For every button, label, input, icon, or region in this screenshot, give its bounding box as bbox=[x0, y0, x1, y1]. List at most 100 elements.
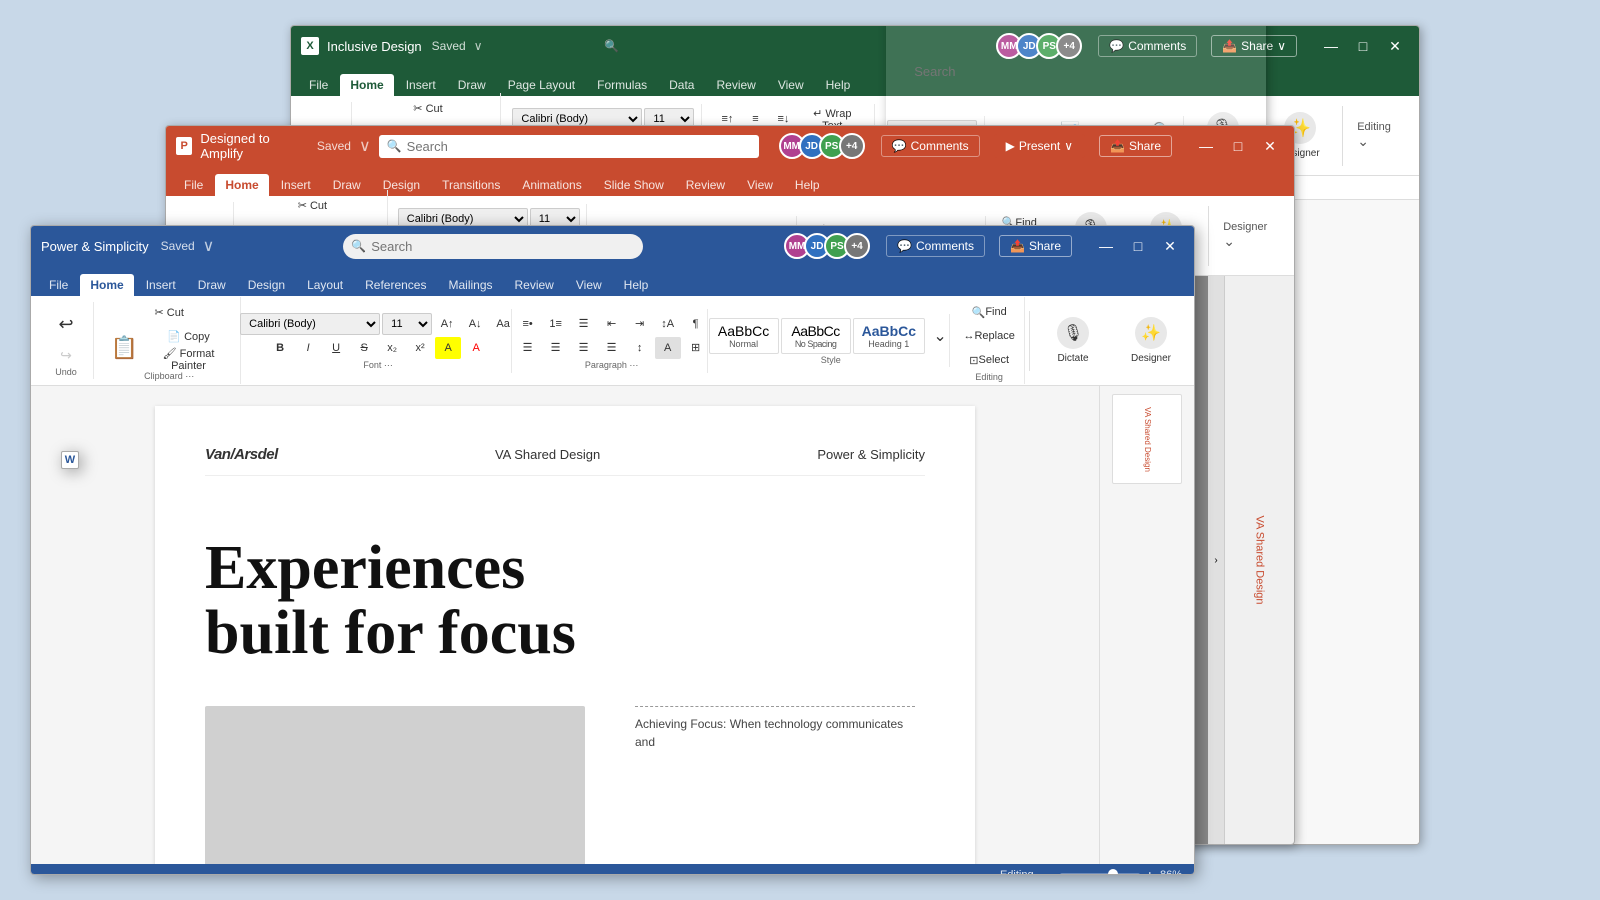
word-tab-mailings[interactable]: Mailings bbox=[438, 274, 502, 296]
word-zoom-in-button[interactable]: + bbox=[1146, 867, 1154, 875]
word-superscript-button[interactable]: x² bbox=[407, 337, 433, 359]
word-undo-button[interactable]: ↩ bbox=[53, 306, 79, 342]
ppt-tab-file[interactable]: File bbox=[174, 174, 213, 196]
word-format-painter-button[interactable]: 🖌 Format Painter bbox=[145, 348, 233, 370]
word-tab-design[interactable]: Design bbox=[238, 274, 295, 296]
word-app-icon: W bbox=[61, 451, 79, 469]
word-select-button[interactable]: ⊡ Select bbox=[965, 349, 1013, 371]
ppt-close-button[interactable]: ✕ bbox=[1256, 132, 1284, 160]
word-justify-button[interactable]: ☰ bbox=[599, 337, 625, 359]
ppt-tab-view[interactable]: View bbox=[737, 174, 783, 196]
word-comments-button[interactable]: 💬 Comments bbox=[886, 235, 985, 257]
word-italic-button[interactable]: I bbox=[295, 337, 321, 359]
word-tab-insert[interactable]: Insert bbox=[136, 274, 186, 296]
word-doc-headline2: built for focus bbox=[205, 601, 925, 666]
word-tab-help[interactable]: Help bbox=[614, 274, 659, 296]
word-indent-inc-button[interactable]: ⇥ bbox=[627, 313, 653, 335]
ppt-cut-button[interactable]: ✂ Cut bbox=[294, 194, 331, 216]
word-ribbon-tabs: File Home Insert Draw Design Layout Refe… bbox=[31, 266, 1194, 296]
word-style-heading1[interactable]: AaBbCc Heading 1 bbox=[853, 318, 925, 354]
word-zoom-slider[interactable] bbox=[1060, 873, 1140, 875]
word-font-select[interactable]: Calibri (Body) bbox=[240, 313, 380, 335]
word-doc-text-block: Achieving Focus: When technology communi… bbox=[635, 706, 915, 864]
word-tab-draw[interactable]: Draw bbox=[188, 274, 236, 296]
word-align-center-button[interactable]: ☰ bbox=[543, 337, 569, 359]
ppt-comments-button[interactable]: 💬 Comments bbox=[881, 135, 980, 157]
word-tab-references[interactable]: References bbox=[355, 274, 436, 296]
ppt-present-button[interactable]: ▶ Present ∨ bbox=[994, 134, 1085, 158]
ppt-tab-help[interactable]: Help bbox=[785, 174, 830, 196]
ppt-tab-transitions[interactable]: Transitions bbox=[432, 174, 510, 196]
ppt-minimize-button[interactable]: — bbox=[1192, 132, 1220, 160]
word-dictate-button[interactable]: 🎙 Dictate bbox=[1038, 311, 1108, 371]
word-redo-button[interactable]: ↪ bbox=[53, 344, 79, 366]
word-find-button[interactable]: 🔍 Find bbox=[968, 301, 1011, 323]
word-underline-button[interactable]: U bbox=[323, 337, 349, 359]
excel-minimize-button[interactable]: — bbox=[1317, 32, 1345, 60]
word-grow-font-button[interactable]: A↑ bbox=[434, 313, 460, 335]
word-shrink-font-button[interactable]: A↓ bbox=[462, 313, 488, 335]
word-font-size-select[interactable]: 11 bbox=[382, 313, 432, 335]
word-indent-dec-button[interactable]: ⇤ bbox=[599, 313, 625, 335]
word-style-nospace[interactable]: AaBbCc No Spacing bbox=[781, 318, 851, 354]
ppt-designer-expand[interactable]: Designer ⌄ bbox=[1217, 221, 1286, 250]
word-cut-button[interactable]: ✂ Cut bbox=[150, 301, 187, 323]
word-style-normal[interactable]: AaBbCc Normal bbox=[709, 318, 779, 354]
word-designer-button[interactable]: ✨ Designer bbox=[1116, 311, 1186, 371]
word-win-controls: — □ ✕ bbox=[1092, 232, 1184, 260]
excel-doc-title: Inclusive Design bbox=[327, 39, 422, 54]
word-style-heading1-label: Heading 1 bbox=[862, 339, 916, 349]
excel-close-button[interactable]: ✕ bbox=[1381, 32, 1409, 60]
ppt-tab-slideshow[interactable]: Slide Show bbox=[594, 174, 674, 196]
word-clear-format-button[interactable]: Aa bbox=[490, 313, 516, 335]
word-zoom-out-button[interactable]: − bbox=[1046, 867, 1054, 875]
excel-maximize-button[interactable]: □ bbox=[1349, 32, 1377, 60]
word-styles-scroll-down[interactable]: ⌄ bbox=[927, 325, 953, 347]
word-doc-body-text: Achieving Focus: When technology communi… bbox=[635, 706, 915, 751]
word-align-right-button[interactable]: ☰ bbox=[571, 337, 597, 359]
word-panel-item-1[interactable]: VA Shared Design bbox=[1112, 394, 1182, 484]
word-sort-button[interactable]: ↕A bbox=[655, 313, 681, 335]
word-style-heading1-preview: AaBbCc bbox=[862, 323, 916, 339]
word-copy-button[interactable]: 📄 Copy bbox=[145, 325, 233, 347]
excel-cut-button[interactable]: ✂ Cut bbox=[409, 97, 446, 119]
word-line-spacing-button[interactable]: ↕ bbox=[627, 337, 653, 359]
word-tab-view[interactable]: View bbox=[566, 274, 612, 296]
word-style-normal-preview: AaBbCc bbox=[718, 323, 770, 339]
ppt-maximize-button[interactable]: □ bbox=[1224, 132, 1252, 160]
word-highlight-button[interactable]: A bbox=[435, 337, 461, 359]
word-tab-home[interactable]: Home bbox=[80, 274, 133, 296]
word-subscript-button[interactable]: x₂ bbox=[379, 337, 405, 359]
word-doc-company: Power & Simplicity bbox=[817, 447, 925, 462]
word-shading-button[interactable]: A bbox=[655, 337, 681, 359]
word-maximize-button[interactable]: □ bbox=[1124, 232, 1152, 260]
word-replace-button[interactable]: ↔ Replace bbox=[959, 325, 1018, 347]
word-zoom-thumb bbox=[1108, 869, 1118, 875]
word-tab-review[interactable]: Review bbox=[505, 274, 564, 296]
word-ml-button[interactable]: ☰ bbox=[571, 313, 597, 335]
word-bullets-button[interactable]: ≡• bbox=[515, 313, 541, 335]
word-border-button[interactable]: ⊞ bbox=[683, 337, 709, 359]
word-close-button[interactable]: ✕ bbox=[1156, 232, 1184, 260]
word-share-button[interactable]: 📤 Share bbox=[999, 235, 1072, 257]
word-tab-file[interactable]: File bbox=[39, 274, 78, 296]
ppt-scroll-right[interactable]: › bbox=[1208, 276, 1224, 844]
word-show-marks-button[interactable]: ¶ bbox=[683, 313, 709, 335]
ppt-search-input[interactable] bbox=[379, 135, 759, 158]
word-bold-button[interactable]: B bbox=[267, 337, 293, 359]
ppt-tab-review[interactable]: Review bbox=[676, 174, 735, 196]
word-font-color-button[interactable]: A bbox=[463, 337, 489, 359]
excel-tab-file[interactable]: File bbox=[299, 74, 338, 96]
ppt-share-button[interactable]: 📤 Share bbox=[1099, 135, 1172, 157]
word-clipboard-group: ✂ Cut 📋 📄 Copy 🖌 Format Painter Clipboar… bbox=[98, 297, 241, 384]
ppt-tab-animations[interactable]: Animations bbox=[512, 174, 591, 196]
word-paste-button[interactable]: 📋 bbox=[106, 326, 143, 370]
word-strikethrough-button[interactable]: S bbox=[351, 337, 377, 359]
excel-saved-badge: Saved bbox=[432, 39, 466, 53]
word-numbering-button[interactable]: 1≡ bbox=[543, 313, 569, 335]
word-search-input[interactable] bbox=[343, 234, 643, 259]
word-minimize-button[interactable]: — bbox=[1092, 232, 1120, 260]
word-tab-layout[interactable]: Layout bbox=[297, 274, 353, 296]
excel-tab-pagelayout[interactable]: Page Layout bbox=[498, 74, 585, 96]
word-align-left-button[interactable]: ☰ bbox=[515, 337, 541, 359]
